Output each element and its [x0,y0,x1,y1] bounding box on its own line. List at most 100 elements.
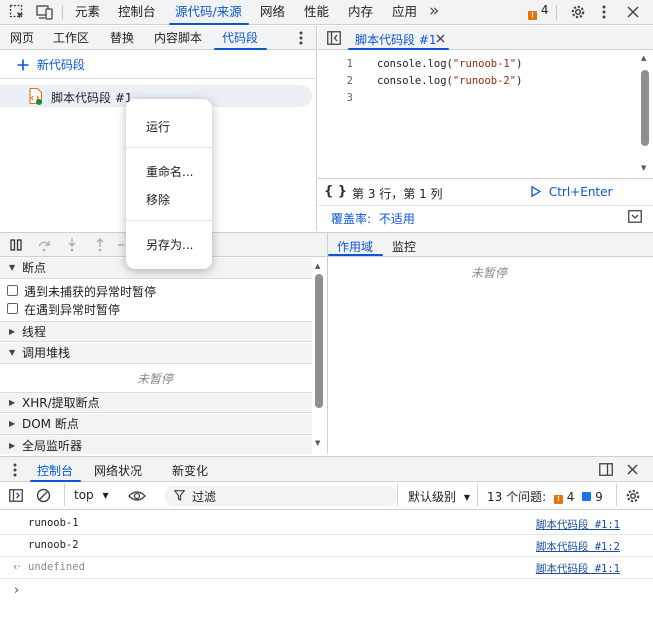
console-source-link[interactable]: 脚本代码段 #1:2 [536,539,620,554]
active-tab-indicator [169,23,249,25]
debugger-scrollbar[interactable]: ▲ ▼ [313,262,325,454]
pause-uncaught-label: 遇到未捕获的异常时暂停 [24,285,157,299]
issues-counter[interactable]: ! 4 [528,3,548,20]
console-input[interactable] [28,583,628,601]
nav-tab-page[interactable]: 网页 [10,26,34,50]
tab-network[interactable]: 网络 [260,0,285,25]
navigator-menu-icon[interactable] [299,31,303,45]
tab-watch[interactable]: 监控 [392,238,416,255]
live-expression-eye-icon[interactable] [128,490,146,502]
step-into-icon[interactable] [66,237,78,252]
nav-tab-snippets[interactable]: 代码段 [222,26,258,50]
run-shortcut-label: Ctrl+Enter [548,185,613,199]
device-toolbar-icon[interactable] [36,4,54,20]
step-icon[interactable] [118,238,126,252]
tab-console[interactable]: 控制台 [118,0,156,25]
menu-item-run[interactable]: 运行 [146,118,170,135]
snippet-context-menu: 运行 重命名... 移除 另存为... [126,99,212,269]
console-sidebar-icon[interactable] [9,489,23,502]
more-options-icon[interactable] [602,5,606,19]
issues-button[interactable]: 13 个问题: ! 4 9 [487,488,603,505]
issue-warning-icon: ! [528,11,537,20]
play-icon [531,186,541,197]
close-tab-icon[interactable] [436,34,445,43]
cursor-position: 第 3 行，第 1 列 [352,187,443,201]
pause-caught-checkbox[interactable] [7,303,18,314]
menu-item-rename[interactable]: 重命名... [146,163,193,180]
console-result-text: undefined [28,561,85,573]
dropdown-arrow-icon: ▼ [102,491,109,500]
xhr-breakpoints-section-header[interactable]: ▶ XHR/提取断点 [0,392,312,413]
threads-section-header[interactable]: ▶ 线程 [0,321,312,342]
console-filter-input[interactable]: 过滤 [164,486,397,506]
console-result-row: ‹· undefined 脚本代码段 #1:1 [0,557,653,579]
code-line: console.log("runoob-2") [377,75,523,87]
scope-not-paused: 未暂停 [471,266,508,280]
drawer-tab-whats-new[interactable]: 新变化 [172,462,208,479]
drawer-tab-console[interactable]: 控制台 [37,462,73,479]
tab-scope[interactable]: 作用域 [337,238,373,255]
editor-status-bar: { } 第 3 行，第 1 列 Ctrl+Enter 覆盖率: 不适用 [318,178,653,230]
log-levels-selector[interactable]: 默认级别 ▼ [408,488,470,505]
pretty-print-icon[interactable]: { } [324,184,347,199]
new-snippet-button[interactable]: 新代码段 [17,56,85,73]
collapse-panel-icon[interactable] [628,210,642,223]
snippet-file-icon [29,88,43,105]
dock-drawer-icon[interactable] [599,463,613,476]
console-source-link[interactable]: 脚本代码段 #1:1 [536,517,620,532]
inspect-element-icon[interactable] [9,4,25,20]
code-editor[interactable]: 1 console.log("runoob-1") 2 console.log(… [318,51,640,178]
editor-tab-title: 脚本代码段 #1 [355,33,437,47]
toggle-navigator-icon[interactable] [327,31,341,45]
nav-tab-workspace[interactable]: 工作区 [53,26,89,50]
nav-tab-content-scripts[interactable]: 内容脚本 [154,26,202,50]
drawer-tabbar: 控制台 网络状况 新变化 [0,456,653,482]
global-listeners-section-header[interactable]: ▶ 全局监听器 [0,436,312,454]
result-arrow-icon: ‹· [13,560,21,573]
filter-funnel-icon [174,490,185,501]
drawer-menu-icon[interactable] [13,463,17,477]
drawer-tab-network-conditions[interactable]: 网络状况 [94,462,142,479]
pause-uncaught-checkbox[interactable] [7,285,18,296]
more-tabs-button[interactable]: » [429,0,439,25]
tab-elements[interactable]: 元素 [75,0,100,25]
pause-icon[interactable] [10,239,22,251]
menu-item-save-as[interactable]: 另存为... [146,236,193,253]
close-devtools-icon[interactable] [627,6,639,18]
nav-tab-overrides[interactable]: 替换 [110,26,134,50]
step-over-icon[interactable] [37,238,51,252]
tab-sources[interactable]: 源代码/来源 [175,0,242,25]
step-out-icon[interactable] [94,237,106,252]
collapsed-triangle-icon: ▶ [9,441,16,450]
line-number: 1 [346,58,353,70]
call-stack-section-header[interactable]: ▼ 调用堆栈 [0,343,312,364]
expanded-triangle-icon: ▼ [9,348,16,357]
console-message-text: runoob-1 [28,517,79,529]
issue-warning-icon: ! [553,495,563,504]
line-number: 2 [346,75,353,87]
call-stack-not-paused: 未暂停 [137,372,174,386]
line-number: 3 [346,92,353,104]
console-settings-gear-icon[interactable] [625,488,641,504]
code-line: console.log("runoob-1") [377,58,523,70]
clear-console-icon[interactable] [36,488,51,503]
editor-scrollbar[interactable]: ▲ ▼ [640,54,650,176]
console-source-link[interactable]: 脚本代码段 #1:1 [536,561,620,576]
run-snippet-button[interactable]: Ctrl+Enter [531,185,612,199]
tab-performance[interactable]: 性能 [304,0,329,25]
close-drawer-icon[interactable] [627,464,638,475]
dom-breakpoints-section-header[interactable]: ▶ DOM 断点 [0,414,312,435]
main-toolbar: 元素 控制台 源代码/来源 网络 性能 内存 应用 » ! 4 [0,0,653,25]
scope-watch-tabs: 作用域 监控 [328,232,653,257]
tab-application[interactable]: 应用 [392,0,417,25]
snippet-item-label: 脚本代码段 #1 [51,91,133,105]
menu-item-remove[interactable]: 移除 [146,191,170,208]
tab-memory[interactable]: 内存 [348,0,373,25]
editor-tabbar: 脚本代码段 #1 [318,26,653,50]
settings-gear-icon[interactable] [570,4,586,20]
console-message-row: runoob-1 脚本代码段 #1:1 [0,513,653,535]
collapsed-triangle-icon: ▶ [9,327,16,336]
context-selector[interactable]: top ▼ [74,488,109,502]
dropdown-arrow-icon: ▼ [463,493,470,502]
editor-tab[interactable]: 脚本代码段 #1 [346,26,450,50]
